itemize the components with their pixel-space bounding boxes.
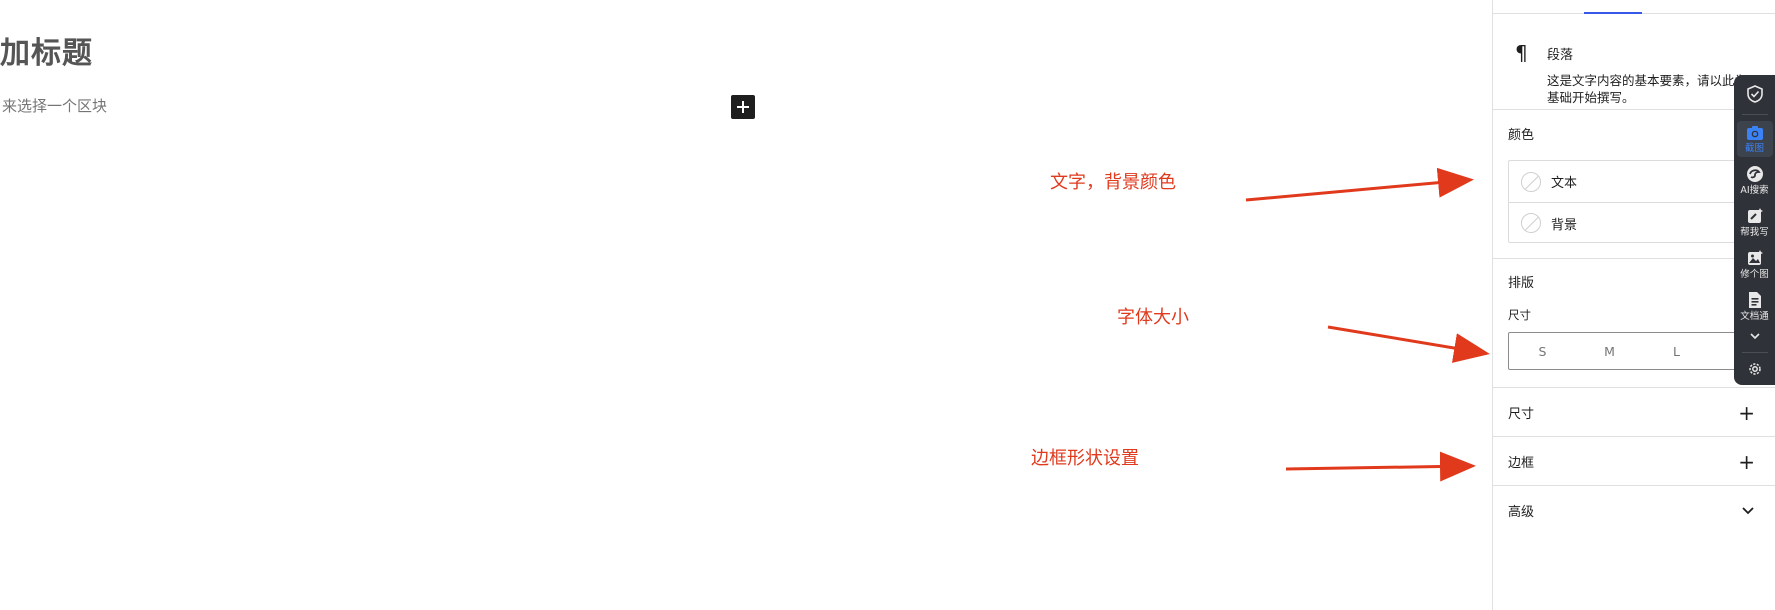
advanced-panel-toggle[interactable]: 高级 <box>1492 486 1775 535</box>
font-size-m[interactable]: M <box>1576 333 1643 369</box>
sidebar-tabs <box>1493 0 1775 14</box>
write-assist-label: 帮我写 <box>1740 226 1769 238</box>
divider <box>1741 351 1768 352</box>
arrow-color <box>1245 167 1474 202</box>
document-tool-label: 文档通 <box>1740 310 1769 322</box>
arrow-border <box>1285 451 1476 482</box>
image-edit-icon <box>1747 249 1763 265</box>
add-block-button[interactable] <box>731 95 755 119</box>
dimensions-panel-toggle[interactable]: 尺寸 + <box>1492 388 1775 437</box>
ai-search-button[interactable]: AI搜索 <box>1737 161 1773 199</box>
divider <box>1741 114 1768 115</box>
block-name: 段落 <box>1547 48 1574 63</box>
camera-icon <box>1746 125 1763 140</box>
background-color-swatch <box>1521 213 1541 233</box>
write-icon <box>1747 207 1763 223</box>
editor-canvas: 加标题 来选择一个区块 文字，背景颜色 字体大小 边框形状设置 <box>0 0 1492 610</box>
typography-section-title: 排版 <box>1508 276 1535 291</box>
chevron-down-icon <box>1749 332 1760 339</box>
border-panel-toggle[interactable]: 边框 + <box>1492 437 1775 486</box>
block-placeholder[interactable]: 来选择一个区块 <box>2 96 107 116</box>
annotation-color: 文字，背景颜色 <box>1050 172 1176 193</box>
block-card: ¶ 段落 这是文字内容的基本要素，请以此为基础开始撰写。 <box>1493 14 1775 110</box>
plus-icon: + <box>1738 400 1755 425</box>
color-section-title: 颜色 <box>1508 128 1535 143</box>
paragraph-icon: ¶ <box>1515 41 1528 65</box>
advanced-title: 高级 <box>1508 505 1535 520</box>
background-color-label: 背景 <box>1551 217 1578 233</box>
block-description: 这是文字内容的基本要素，请以此为基础开始撰写。 <box>1547 73 1748 105</box>
floating-assistant-toolbar: 截图 AI搜索 帮我写 修个图 文档通 <box>1734 75 1775 385</box>
document-icon <box>1748 291 1761 308</box>
shield-icon <box>1746 85 1763 103</box>
write-assist-button[interactable]: 帮我写 <box>1737 203 1773 241</box>
text-color-label: 文本 <box>1551 176 1578 191</box>
gear-icon <box>1748 363 1761 375</box>
annotation-font-size: 字体大小 <box>1117 307 1189 328</box>
toolbar-settings-button[interactable] <box>1737 358 1773 381</box>
image-edit-label: 修个图 <box>1740 268 1769 280</box>
font-size-s[interactable]: S <box>1509 333 1576 369</box>
border-title: 边框 <box>1508 456 1535 471</box>
expand-toolbar-button[interactable] <box>1737 329 1773 344</box>
annotation-border: 边框形状设置 <box>1031 448 1139 469</box>
ai-search-icon <box>1746 165 1763 182</box>
plus-icon <box>737 101 749 113</box>
font-size-l[interactable]: L <box>1643 333 1710 369</box>
image-edit-button[interactable]: 修个图 <box>1737 245 1773 283</box>
ai-search-label: AI搜索 <box>1740 184 1769 196</box>
arrow-font-size <box>1327 325 1490 363</box>
screenshot-button[interactable]: 截图 <box>1736 120 1773 157</box>
chevron-down-icon <box>1742 506 1754 514</box>
screenshot-label: 截图 <box>1744 142 1764 154</box>
post-title[interactable]: 加标题 <box>0 34 93 74</box>
document-tool-button[interactable]: 文档通 <box>1737 287 1773 325</box>
dimensions-title: 尺寸 <box>1508 407 1535 422</box>
plus-icon: + <box>1738 449 1755 474</box>
annotation-arrows <box>1245 167 1490 482</box>
shield-button[interactable] <box>1737 81 1773 108</box>
text-color-swatch <box>1521 171 1541 192</box>
